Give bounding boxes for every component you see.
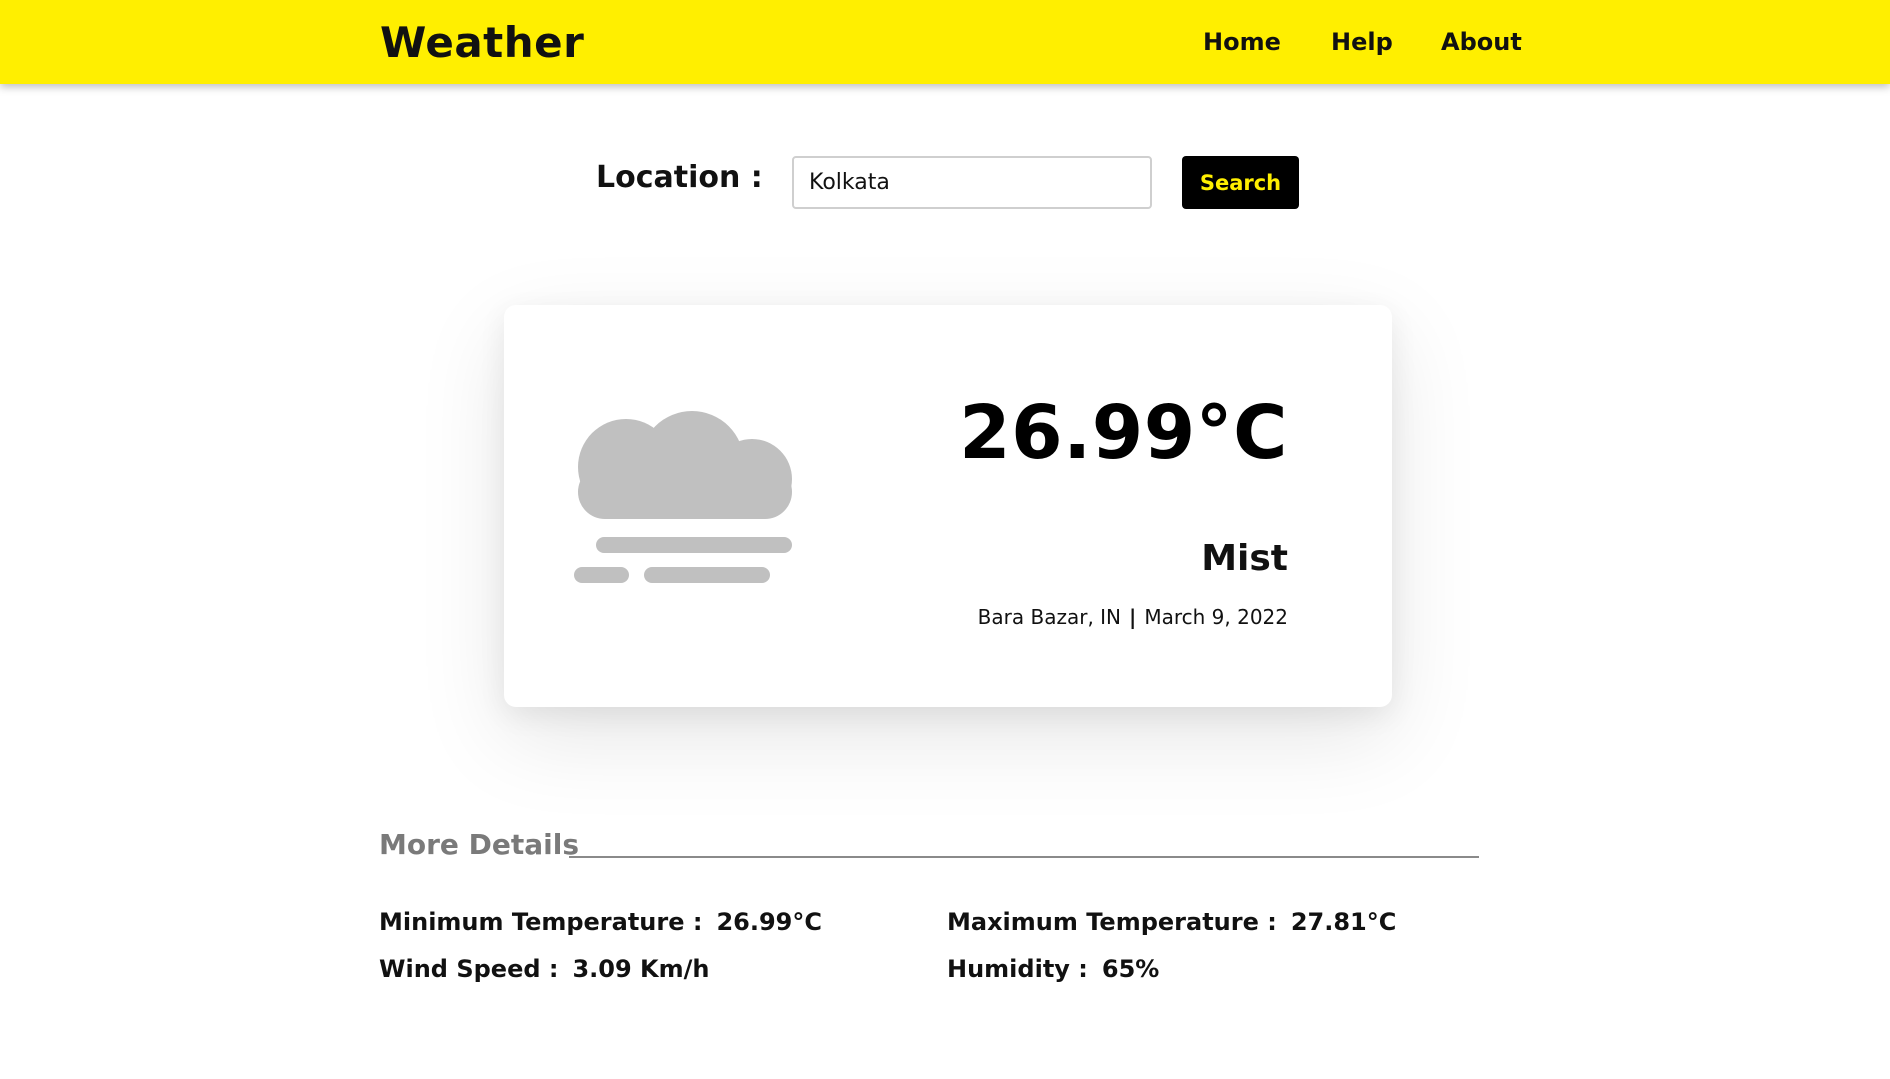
detail-label: Maximum Temperature : — [947, 908, 1277, 936]
detail-max-temperature: Maximum Temperature : 27.81°C — [947, 908, 1396, 936]
detail-label: Wind Speed : — [379, 955, 559, 983]
separator: | — [1129, 605, 1137, 629]
current-temperature: 26.99°C — [959, 390, 1288, 476]
detail-wind-speed: Wind Speed : 3.09 Km/h — [379, 955, 710, 983]
location-label: Location : — [596, 160, 763, 195]
detail-label: Humidity : — [947, 955, 1088, 983]
nav-link-about[interactable]: About — [1441, 28, 1522, 56]
search-button[interactable]: Search — [1182, 156, 1299, 209]
weather-card: 26.99°C Mist Bara Bazar, IN | March 9, 202… — [504, 305, 1392, 707]
location-name: Bara Bazar, IN — [977, 605, 1122, 629]
detail-value: 27.81°C — [1290, 908, 1397, 936]
weather-condition: Mist — [1201, 538, 1288, 579]
detail-value: 26.99°C — [716, 908, 822, 936]
nav-link-help[interactable]: Help — [1331, 28, 1393, 56]
brand-logo[interactable]: Weather — [380, 18, 584, 67]
details-title: More Details — [379, 828, 580, 861]
detail-min-temperature: Minimum Temperature : 26.99°C — [379, 908, 822, 936]
detail-value: 3.09 Km/h — [572, 955, 710, 983]
details-divider — [569, 856, 1479, 858]
date: March 9, 2022 — [1144, 605, 1288, 629]
location-date: Bara Bazar, IN | March 9, 2022 — [978, 605, 1288, 629]
detail-humidity: Humidity : 65% — [947, 955, 1159, 983]
detail-label: Minimum Temperature : — [379, 908, 703, 936]
mist-icon — [574, 411, 792, 583]
navbar: Weather Home Help About — [0, 0, 1890, 84]
detail-value: 65% — [1101, 955, 1160, 983]
location-input[interactable] — [792, 156, 1152, 209]
nav-link-home[interactable]: Home — [1203, 28, 1281, 56]
